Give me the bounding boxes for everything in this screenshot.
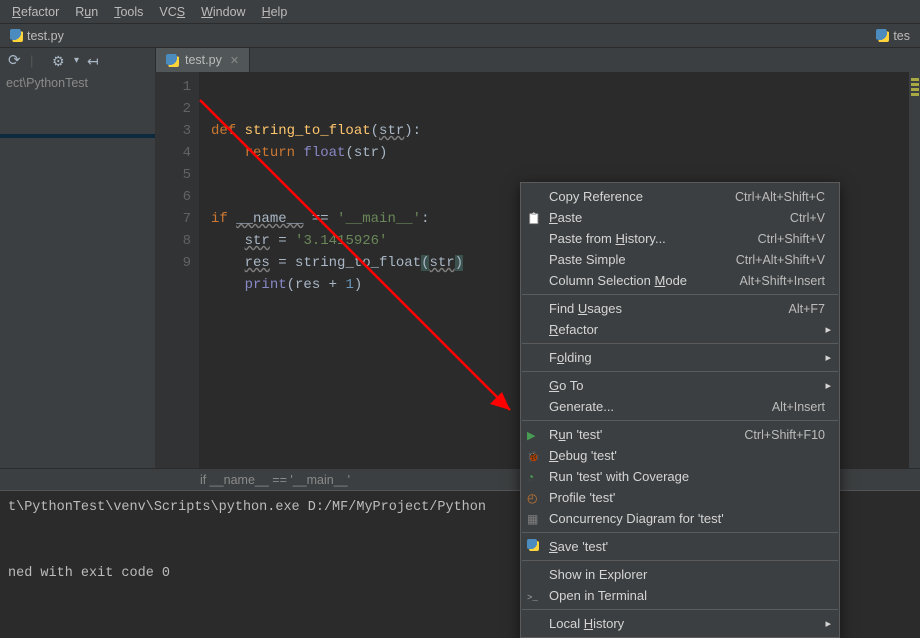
python-icon <box>10 29 23 42</box>
collapse-icon[interactable] <box>87 53 101 67</box>
gear-icon[interactable] <box>52 53 66 67</box>
ctx-concurrency[interactable]: Concurrency Diagram for 'test' <box>521 508 839 529</box>
concurrency-icon <box>527 511 543 527</box>
python-icon <box>527 539 543 555</box>
line-number: 4 <box>159 142 191 164</box>
ctx-goto[interactable]: Go To <box>521 375 839 396</box>
menu-run[interactable]: Run <box>67 3 106 21</box>
sidebar-selection[interactable] <box>0 134 155 138</box>
file-tab-label: test.py <box>27 29 64 43</box>
menu-refactor[interactable]: Refactor <box>4 3 67 21</box>
file-tab-strip: test.py tes <box>0 24 920 48</box>
line-number: 8 <box>159 230 191 252</box>
run-icon <box>527 427 543 443</box>
ctx-folding[interactable]: Folding <box>521 347 839 368</box>
divider-icon <box>30 53 44 67</box>
menu-separator <box>522 609 838 610</box>
ctx-find-usages[interactable]: Find Usages Alt+F7 <box>521 298 839 319</box>
line-number: 6 <box>159 186 191 208</box>
menu-separator <box>522 343 838 344</box>
file-tab-right-label: tes <box>893 29 910 43</box>
close-icon[interactable]: ✕ <box>230 54 239 67</box>
python-icon <box>876 29 889 42</box>
ctx-run[interactable]: Run 'test' Ctrl+Shift+F10 <box>521 424 839 445</box>
error-stripe[interactable] <box>908 72 920 468</box>
line-number: 7 <box>159 208 191 230</box>
editor-gutter[interactable]: 1 2 3 4 5 6 7 8 9 <box>155 72 199 468</box>
ctx-paste-simple[interactable]: Paste Simple Ctrl+Alt+Shift+V <box>521 249 839 270</box>
warning-marker[interactable] <box>911 78 919 81</box>
ctx-generate[interactable]: Generate... Alt+Insert <box>521 396 839 417</box>
ctx-save[interactable]: Save 'test' <box>521 536 839 557</box>
ctx-run-coverage[interactable]: Run 'test' with Coverage <box>521 466 839 487</box>
ctx-column-selection[interactable]: Column Selection Mode Alt+Shift+Insert <box>521 270 839 291</box>
project-toolbar: ▾ <box>0 53 155 67</box>
console-line: ned with exit code 0 <box>8 566 170 581</box>
ctx-refactor[interactable]: Refactor <box>521 319 839 340</box>
sync-icon[interactable] <box>8 53 22 67</box>
line-number: 2 <box>159 98 191 120</box>
ctx-local-history[interactable]: Local History <box>521 613 839 634</box>
editor-context-menu: Copy Reference Ctrl+Alt+Shift+C Paste Ct… <box>520 182 840 638</box>
dropdown-caret-icon[interactable]: ▾ <box>74 55 79 66</box>
menu-separator <box>522 420 838 421</box>
menu-separator <box>522 532 838 533</box>
console-line: t\PythonTest\venv\Scripts\python.exe D:/… <box>8 500 486 515</box>
debug-icon <box>527 448 543 464</box>
warning-marker[interactable] <box>911 88 919 91</box>
terminal-icon <box>527 588 543 604</box>
warning-marker[interactable] <box>911 83 919 86</box>
profile-icon <box>527 490 543 506</box>
ctx-copy-reference[interactable]: Copy Reference Ctrl+Alt+Shift+C <box>521 186 839 207</box>
file-tab-right[interactable]: tes <box>866 26 920 46</box>
warning-marker[interactable] <box>911 93 919 96</box>
line-number: 1 <box>159 76 191 98</box>
ctx-paste-history[interactable]: Paste from History... Ctrl+Shift+V <box>521 228 839 249</box>
ctx-profile[interactable]: Profile 'test' <box>521 487 839 508</box>
line-number: 5 <box>159 164 191 186</box>
menu-tools[interactable]: Tools <box>106 3 151 21</box>
menu-window[interactable]: Window <box>193 3 253 21</box>
editor-tab-label: test.py <box>185 53 222 67</box>
python-icon <box>166 54 179 67</box>
breadcrumb-label: if __name__ == '__main__' <box>200 473 350 487</box>
project-sidebar[interactable]: ect\PythonTest <box>0 72 155 468</box>
ctx-debug[interactable]: Debug 'test' <box>521 445 839 466</box>
menu-separator <box>522 371 838 372</box>
line-number: 3 <box>159 120 191 142</box>
menu-separator <box>522 294 838 295</box>
ctx-paste[interactable]: Paste Ctrl+V <box>521 207 839 228</box>
file-tab-test-py[interactable]: test.py <box>0 26 74 46</box>
line-number: 9 <box>159 252 191 274</box>
ctx-open-terminal[interactable]: Open in Terminal <box>521 585 839 606</box>
editor-tab-bar: test.py ✕ <box>155 48 250 72</box>
menu-bar: Refactor Run Tools VCS Window Help <box>0 0 920 24</box>
editor-tab-test-py[interactable]: test.py ✕ <box>155 48 250 72</box>
menu-help[interactable]: Help <box>254 3 296 21</box>
coverage-icon <box>527 469 543 485</box>
tool-row: ▾ test.py ✕ <box>0 48 920 72</box>
project-path-label: ect\PythonTest <box>0 72 155 94</box>
menu-separator <box>522 560 838 561</box>
menu-vcs[interactable]: VCS <box>151 3 193 21</box>
paste-icon <box>527 210 543 226</box>
ctx-show-explorer[interactable]: Show in Explorer <box>521 564 839 585</box>
